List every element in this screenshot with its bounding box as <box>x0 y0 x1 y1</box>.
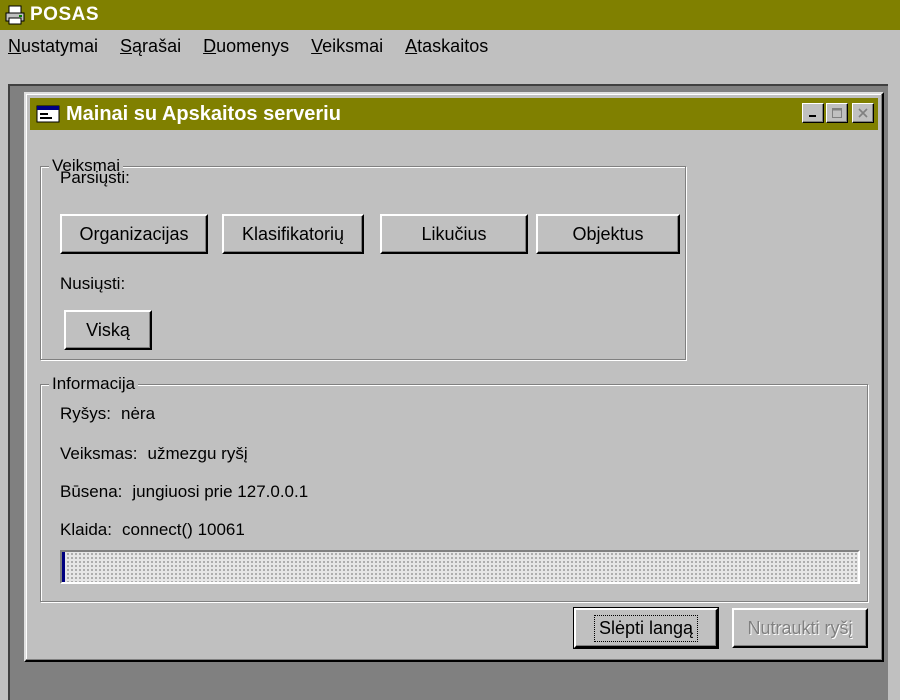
window-icon <box>36 105 60 123</box>
menu-mnemonic: S <box>120 35 133 56</box>
button-label: Nutraukti ryšį <box>747 617 853 638</box>
status-row: Būsena: jungiuosi prie 127.0.0.1 <box>60 482 308 502</box>
info-legend: Informacija <box>49 374 139 394</box>
menubar: Nustatymai Sąrašai Duomenys Veiksmai Ata… <box>0 30 900 62</box>
menu-duomenys[interactable]: Duomenys <box>203 36 289 57</box>
action-row: Veiksmas: užmezgu ryšį <box>60 444 248 464</box>
maximize-button[interactable] <box>826 103 848 123</box>
download-objects-button[interactable]: Objektus <box>536 214 680 254</box>
menu-label: ustatymai <box>21 35 99 56</box>
menu-mnemonic: V <box>311 35 323 56</box>
window-titlebar[interactable]: Mainai su Apskaitos serveriu <box>30 98 878 130</box>
disconnect-button[interactable]: Nutraukti ryšį <box>732 608 868 648</box>
menu-nustatymai[interactable]: Nustatymai <box>8 36 98 57</box>
minimize-button[interactable] <box>802 103 824 123</box>
minimize-icon <box>809 115 816 117</box>
upload-label: Nusiųsti: <box>60 274 126 293</box>
status-label: Būsena: <box>60 482 123 501</box>
menu-label: eiksmai <box>322 35 384 56</box>
button-label: Organizacijas <box>79 223 189 244</box>
close-button[interactable] <box>852 103 874 123</box>
menu-mnemonic: D <box>203 35 217 56</box>
menu-mnemonic: A <box>405 35 418 56</box>
menu-veiksmai[interactable]: Veiksmai <box>311 36 383 57</box>
error-label: Klaida: <box>60 520 112 539</box>
menu-label: uomenys <box>216 35 290 56</box>
menu-ataskaitos[interactable]: Ataskaitos <box>405 36 488 57</box>
action-label: Veiksmas: <box>60 444 138 463</box>
app-title: POSAS <box>30 4 100 25</box>
connection-label: Ryšys: <box>60 404 111 423</box>
button-label: Slėpti langą <box>593 614 699 642</box>
action-value: užmezgu ryšį <box>147 444 248 463</box>
app-titlebar: POSAS <box>0 0 900 30</box>
hide-window-button[interactable]: Slėpti langą <box>573 607 719 649</box>
status-value: jungiuosi prie 127.0.0.1 <box>132 482 309 501</box>
menu-label: taskaitos <box>417 35 489 56</box>
connection-row: Ryšys: nėra <box>60 404 155 424</box>
download-label: Parsiųsti: <box>60 168 130 187</box>
menu-sarasai[interactable]: Sąrašai <box>120 36 181 57</box>
maximize-icon <box>832 108 842 118</box>
menu-mnemonic: N <box>8 35 21 56</box>
error-value: connect() 10061 <box>121 520 245 539</box>
progress-bar <box>60 550 860 584</box>
upload-all-button[interactable]: Viską <box>64 310 152 350</box>
window-title: Mainai su Apskaitos serveriu <box>66 102 341 125</box>
exchange-window: Mainai su Apskaitos serveriu Veiksmai Pa… <box>24 92 884 662</box>
close-icon <box>858 108 868 118</box>
progress-fill <box>62 552 66 582</box>
printer-icon <box>5 5 25 25</box>
error-row: Klaida: connect() 10061 <box>60 520 245 540</box>
button-label: Viską <box>86 319 130 340</box>
menu-label: ąrašai <box>132 35 182 56</box>
download-classifier-button[interactable]: Klasifikatorių <box>222 214 364 254</box>
download-balances-button[interactable]: Likučius <box>380 214 528 254</box>
window-controls <box>802 103 874 123</box>
download-organizations-button[interactable]: Organizacijas <box>60 214 208 254</box>
button-label: Objektus <box>572 223 644 244</box>
button-label: Klasifikatorių <box>241 223 345 244</box>
button-label: Likučius <box>421 223 487 244</box>
connection-value: nėra <box>121 404 156 423</box>
